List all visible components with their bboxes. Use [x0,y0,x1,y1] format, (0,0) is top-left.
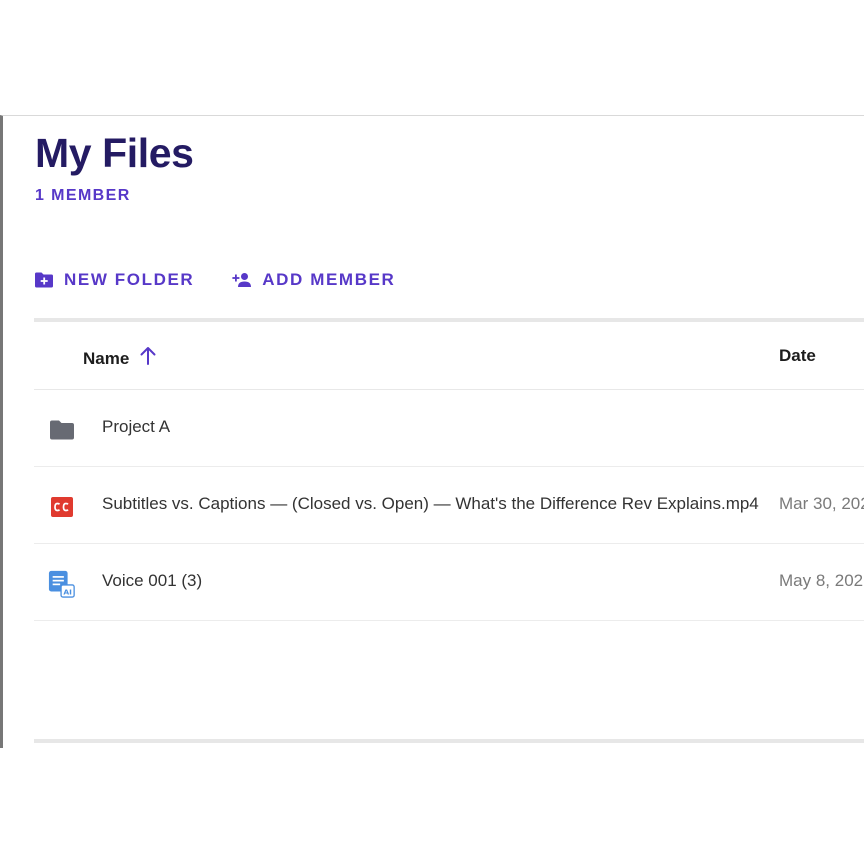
member-count[interactable]: 1 MEMBER [35,187,131,205]
new-folder-label: NEW FOLDER [64,270,195,289]
person-add-icon [232,272,252,288]
arrow-up-icon[interactable] [139,346,157,371]
row-name: Voice 001 (3) [102,571,203,590]
new-folder-button[interactable]: NEW FOLDER [34,270,194,290]
row-name: Project A [102,417,171,436]
svg-text:AI: AI [63,587,72,596]
folder-plus-icon [34,271,54,289]
cc-icon [48,493,76,521]
row-date: Mar 30, 202 [779,494,864,513]
page-title: My Files [35,130,194,176]
add-member-button[interactable]: ADD MEMBER [232,270,395,290]
ai-transcript-icon: AI [48,570,76,598]
table-row[interactable]: Project A [34,390,864,467]
files-table: Name Date Project A Subtitles vs. Captio… [34,318,864,621]
column-header-name[interactable]: Name [83,346,157,371]
table-row[interactable]: Subtitles vs. Captions — (Closed vs. Ope… [34,467,864,544]
table-header: Name Date [34,322,864,390]
folder-icon [48,416,76,444]
table-row[interactable]: AI Voice 001 (3) May 8, 202 [34,544,864,621]
action-toolbar: NEW FOLDER ADD MEMBER [34,269,433,291]
column-name-label: Name [83,348,130,368]
row-date: May 8, 202 [779,571,864,590]
add-member-label: ADD MEMBER [262,270,396,289]
page: My Files 1 MEMBER NEW FOLDER ADD MEMBER … [0,0,864,864]
my-files-panel: My Files 1 MEMBER NEW FOLDER ADD MEMBER … [0,115,864,748]
row-name: Subtitles vs. Captions — (Closed vs. Ope… [102,494,759,513]
table-bottom-divider [34,739,864,743]
column-header-date[interactable]: Date [779,346,816,366]
